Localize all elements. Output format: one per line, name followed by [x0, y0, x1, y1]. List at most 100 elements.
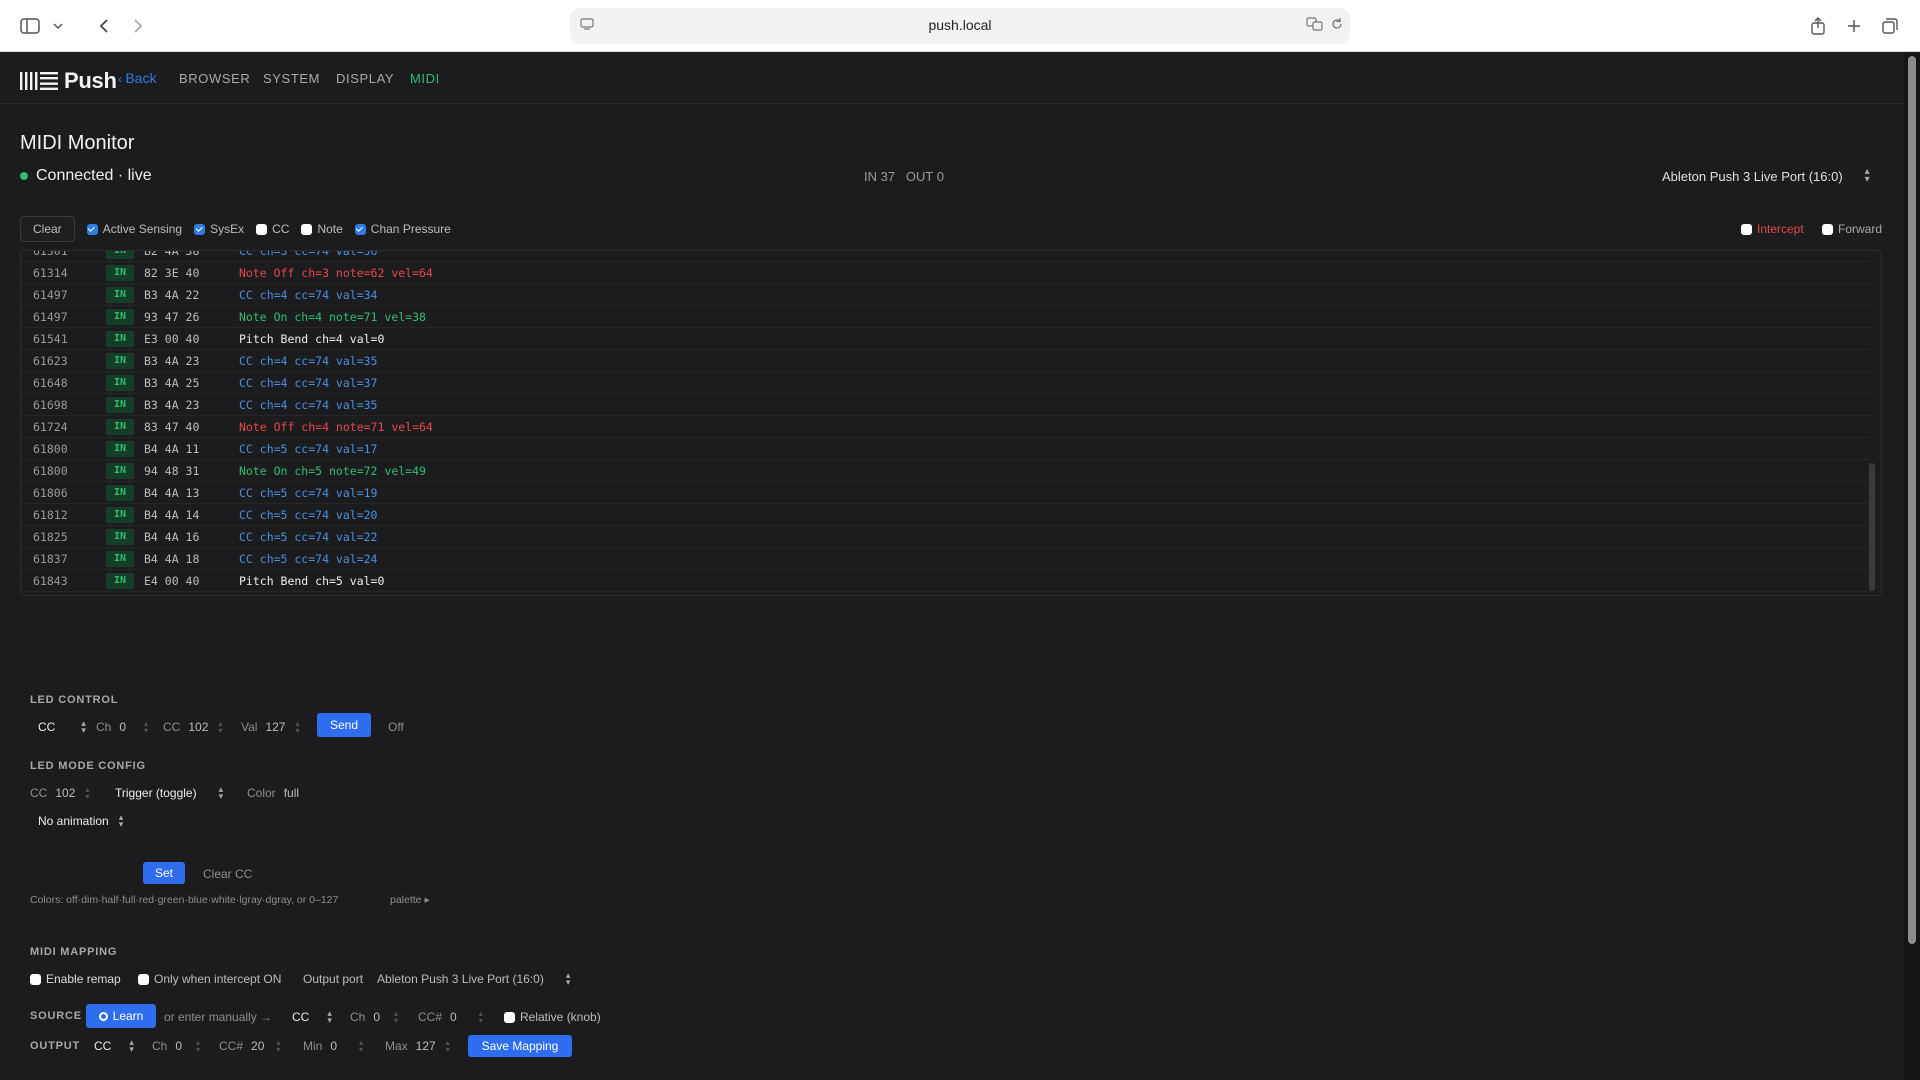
chevron-down-icon[interactable]	[50, 12, 66, 40]
stepper-icon[interactable]: ▴ ▾	[85, 786, 89, 801]
reload-icon[interactable]	[1330, 17, 1344, 36]
stepper-icon[interactable]: ▴ ▾	[218, 720, 222, 735]
mode-cc-field[interactable]: CC 102 ▴ ▾	[30, 786, 89, 801]
checkbox-icon[interactable]	[1741, 223, 1752, 235]
log-timestamp: 61314	[33, 265, 68, 280]
log-message: Note On ch=4 note=71 vel=38	[239, 309, 426, 324]
trigger-select[interactable]: Trigger (toggle) ▴ ▾	[115, 785, 223, 801]
tab-system[interactable]: SYSTEM	[263, 71, 320, 86]
log-hex-bytes: E3 00 40	[144, 331, 200, 346]
palette-toggle[interactable]: palette ▸	[390, 894, 430, 906]
tab-midi[interactable]: MIDI	[410, 71, 440, 86]
sidebar-toggle-icon[interactable]	[18, 12, 42, 40]
led-val-field[interactable]: Val 127 ▴ ▾	[241, 720, 300, 735]
filter-chan-pressure[interactable]: Chan Pressure	[354, 222, 451, 236]
checkbox-icon[interactable]	[86, 223, 98, 235]
checkbox-icon[interactable]	[354, 223, 366, 235]
color-field[interactable]: Color full	[247, 786, 299, 800]
source-channel-value: 0	[373, 1010, 381, 1024]
output-type-select[interactable]: CC ▴ ▾	[94, 1038, 134, 1054]
off-button[interactable]: Off	[388, 720, 404, 734]
stepper-icon[interactable]: ▴ ▾	[394, 1010, 398, 1025]
port-select[interactable]: Ableton Push 3 Live Port (16:0) ▴ ▾	[1662, 167, 1870, 185]
forward-arrow-icon[interactable]	[128, 12, 148, 40]
checkbox-icon[interactable]	[1822, 223, 1833, 235]
log-message: CC ch=4 cc=74 val=37	[239, 375, 378, 390]
animation-select[interactable]: No animation ▴ ▾	[38, 813, 123, 829]
save-mapping-button[interactable]: Save Mapping	[468, 1035, 572, 1057]
log-direction-badge: IN	[106, 462, 134, 479]
tab-overview-icon[interactable]	[1880, 12, 1900, 40]
tab-display[interactable]: DISPLAY	[336, 71, 394, 86]
log-timestamp: 61843	[33, 573, 68, 588]
only-intercept-label: Only when intercept ON	[154, 972, 282, 986]
stepper-icon[interactable]: ▴ ▾	[359, 1039, 363, 1054]
log-row: 61623 IN B3 4A 23 CC ch=4 cc=74 val=35	[21, 350, 1871, 372]
relative-toggle[interactable]: Relative (knob)	[504, 1010, 601, 1024]
filter-active-sensing[interactable]: Active Sensing	[86, 222, 182, 236]
output-channel-field[interactable]: Ch 0 ▴ ▾	[152, 1039, 200, 1054]
filter-label: Note	[317, 222, 343, 236]
address-bar[interactable]: push.local	[570, 8, 1350, 44]
led-channel-value: 0	[119, 720, 127, 734]
only-intercept-toggle[interactable]: Only when intercept ON	[138, 972, 281, 986]
checkbox-icon[interactable]	[194, 223, 206, 235]
clear-button[interactable]: Clear	[20, 216, 75, 242]
source-channel-field[interactable]: Ch 0 ▴ ▾	[350, 1010, 398, 1025]
page-scrollbar[interactable]	[1904, 52, 1920, 1080]
stepper-icon[interactable]: ▴ ▾	[144, 720, 148, 735]
translate-icon[interactable]	[1306, 17, 1324, 36]
output-port-field[interactable]: Output port Ableton Push 3 Live Port (16…	[303, 971, 570, 987]
led-cc-field[interactable]: CC 102 ▴ ▾	[163, 720, 222, 735]
log-row: 61837 IN B4 4A 18 CC ch=5 cc=74 val=24	[21, 548, 1871, 570]
push-logo[interactable]: Push	[20, 68, 117, 94]
set-button[interactable]: Set	[143, 862, 185, 884]
checkbox-icon[interactable]	[138, 973, 149, 985]
output-cc-field[interactable]: CC# 20 ▴ ▾	[219, 1039, 280, 1054]
log-timestamp: 61825	[33, 529, 68, 544]
log-timestamp: 61724	[33, 419, 68, 434]
source-cc-field[interactable]: CC# 0 ▴ ▾	[418, 1010, 483, 1025]
led-channel-field[interactable]: Ch 0 ▴ ▾	[96, 720, 148, 735]
log-hex-bytes: B3 4A 23	[144, 397, 200, 412]
led-control-heading: LED CONTROL	[30, 694, 119, 706]
color-value: full	[283, 786, 300, 800]
source-label: SOURCE	[30, 1010, 82, 1022]
stepper-icon[interactable]: ▴ ▾	[196, 1039, 200, 1054]
intercept-toggle[interactable]: Intercept	[1741, 222, 1804, 236]
source-cc-label: CC#	[418, 1010, 443, 1024]
share-icon[interactable]	[1808, 12, 1828, 40]
new-tab-icon[interactable]	[1844, 12, 1864, 40]
log-scrollbar-thumb[interactable]	[1869, 463, 1875, 591]
led-type-select[interactable]: CC ▴ ▾	[38, 718, 86, 735]
back-arrow-icon[interactable]	[94, 12, 114, 40]
max-field[interactable]: Max 127 ▴ ▾	[385, 1039, 450, 1054]
tab-browser[interactable]: BROWSER	[179, 71, 250, 86]
filter-cc[interactable]: CC	[256, 222, 289, 236]
stepper-icon[interactable]: ▴ ▾	[295, 720, 299, 735]
stepper-icon[interactable]: ▴ ▾	[276, 1039, 280, 1054]
clear-cc-button[interactable]: Clear CC	[203, 867, 252, 881]
checkbox-icon[interactable]	[504, 1011, 515, 1023]
checkbox-icon[interactable]	[301, 223, 313, 235]
stepper-icon[interactable]: ▴ ▾	[479, 1010, 483, 1025]
midi-log[interactable]: 61301 IN B2 4A 38 CC ch=3 cc=74 val=56 61314…	[20, 250, 1882, 596]
filter-sysex[interactable]: SysEx	[194, 222, 244, 236]
checkbox-icon[interactable]	[256, 223, 268, 235]
log-timestamp: 61800	[33, 463, 68, 478]
checkbox-icon[interactable]	[30, 973, 41, 985]
forward-toggle[interactable]: Forward	[1822, 222, 1882, 236]
select-chevron-icon: ▴ ▾	[81, 718, 86, 735]
learn-button[interactable]: Learn	[86, 1004, 156, 1028]
stepper-icon[interactable]: ▴ ▾	[446, 1039, 450, 1054]
led-mode-heading: LED MODE CONFIG	[30, 760, 146, 772]
filter-note[interactable]: Note	[301, 222, 343, 236]
source-type-select[interactable]: CC ▴ ▾	[292, 1009, 332, 1025]
back-link[interactable]: ‹ Back	[118, 70, 156, 86]
log-row: 61800 IN B4 4A 11 CC ch=5 cc=74 val=17	[21, 438, 1871, 460]
log-timestamp: 61806	[33, 485, 68, 500]
send-button[interactable]: Send	[317, 713, 371, 737]
page-scrollbar-thumb[interactable]	[1908, 56, 1916, 944]
enable-remap-toggle[interactable]: Enable remap	[30, 972, 121, 986]
min-field[interactable]: Min 0 ▴ ▾	[303, 1039, 363, 1054]
